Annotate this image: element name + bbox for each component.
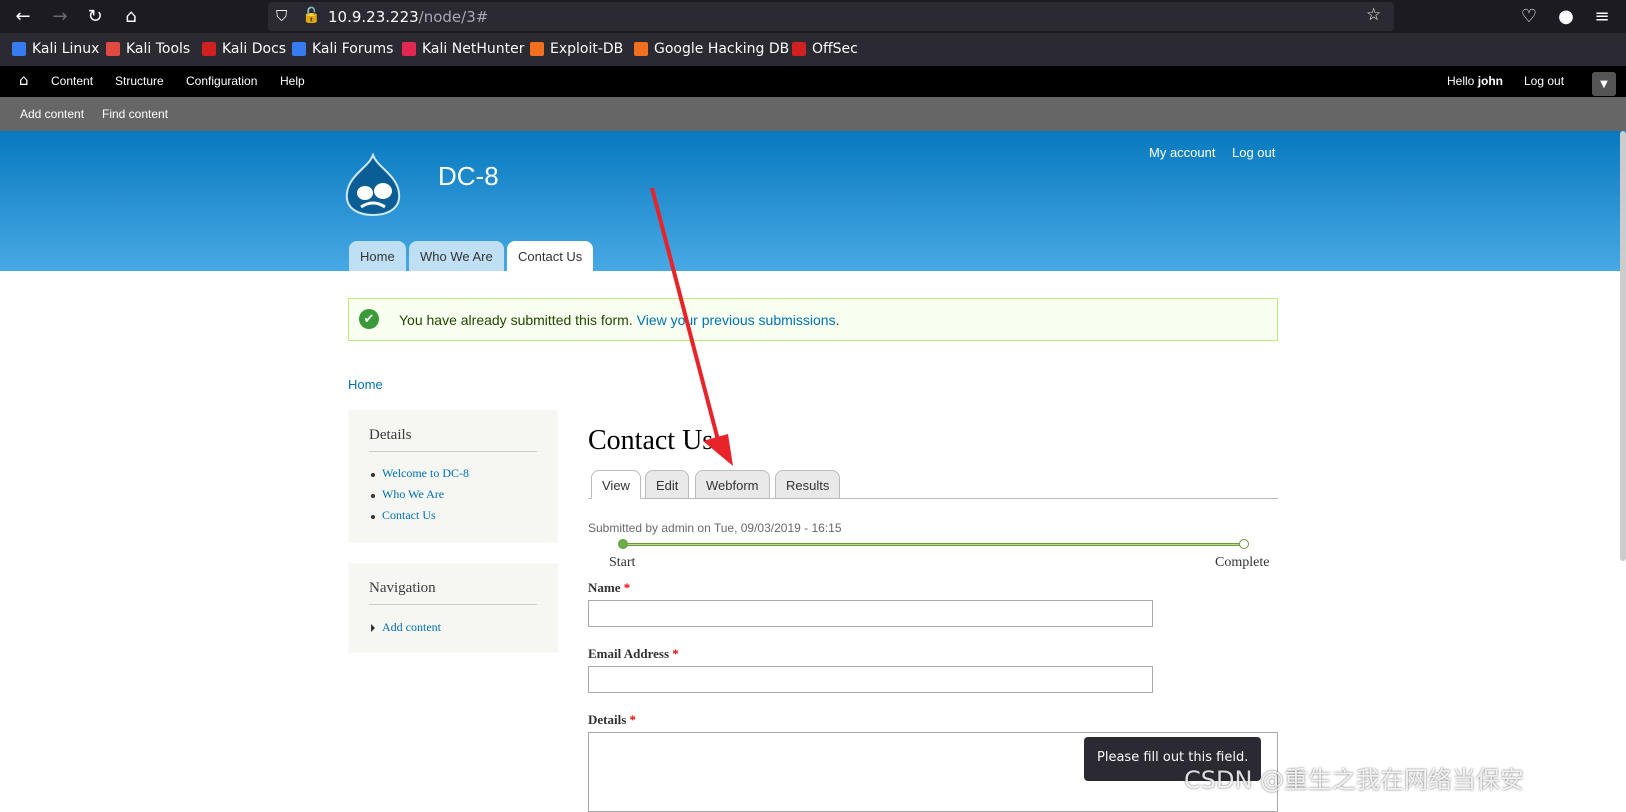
divider bbox=[369, 604, 537, 605]
progress-start-label: Start bbox=[609, 555, 636, 570]
progress-start-dot bbox=[618, 539, 628, 549]
name-label: Name * bbox=[588, 580, 631, 595]
home-icon[interactable]: ⌂ bbox=[19, 71, 29, 89]
kali-icon bbox=[12, 42, 26, 56]
check-icon: ✔ bbox=[359, 309, 379, 329]
site-name[interactable]: DC-8 bbox=[438, 161, 499, 192]
drupal-logo[interactable] bbox=[343, 153, 403, 217]
admin-greeting: Hello john bbox=[1447, 74, 1504, 88]
bullet bbox=[371, 494, 375, 498]
bookmark-google-hacking-db[interactable]: Google Hacking DB bbox=[634, 41, 789, 57]
breadcrumb[interactable]: Home bbox=[348, 377, 383, 392]
navigation-block: Navigation Add content bbox=[348, 563, 558, 653]
site-header: DC-8 My account Log out Home Who We Are … bbox=[0, 131, 1626, 271]
bookmark-kali-tools[interactable]: Kali Tools bbox=[106, 41, 190, 57]
sidebar-item-who-we-are[interactable]: Who We Are bbox=[382, 487, 444, 502]
submitted-info: Submitted by admin on Tue, 09/03/2019 - … bbox=[588, 521, 842, 535]
admin-toolbar: ⌂ Content Structure Configuration Help H… bbox=[0, 66, 1626, 97]
scrollbar[interactable] bbox=[1620, 131, 1626, 561]
status-text: You have already submitted this form. Vi… bbox=[399, 312, 840, 328]
tab-results[interactable]: Results bbox=[775, 470, 841, 499]
name-input[interactable] bbox=[588, 600, 1153, 627]
star-icon[interactable]: ☆ bbox=[1366, 5, 1381, 25]
extension-icon[interactable]: ● bbox=[1555, 5, 1577, 27]
navigation-block-title: Navigation bbox=[369, 580, 436, 596]
bullet bbox=[371, 473, 375, 477]
home-icon[interactable]: ⌂ bbox=[120, 5, 142, 27]
kali-tools-icon bbox=[106, 42, 120, 56]
expand-triangle-icon bbox=[371, 624, 375, 632]
shortcut-add-content[interactable]: Add content bbox=[20, 107, 84, 121]
email-input[interactable] bbox=[588, 666, 1153, 693]
exploit-db-icon bbox=[530, 42, 544, 56]
browser-toolbar: ← → ↻ ⌂ ⛉ 🔓 10.9.23.223/node/3# ☆ ♡ ● ≡ bbox=[0, 0, 1626, 33]
admin-menu-content[interactable]: Content bbox=[51, 74, 93, 88]
kali-docs-icon bbox=[202, 42, 216, 56]
tab-edit[interactable]: Edit bbox=[645, 470, 690, 499]
tab-who-we-are[interactable]: Who We Are bbox=[409, 241, 504, 271]
tab-view[interactable]: View bbox=[591, 470, 641, 499]
sidebar-item-welcome[interactable]: Welcome to DC-8 bbox=[382, 466, 469, 481]
bookmark-exploit-db[interactable]: Exploit-DB bbox=[530, 41, 623, 57]
tabs-divider bbox=[588, 498, 1278, 499]
bullet bbox=[371, 515, 375, 519]
tab-contact-us[interactable]: Contact Us bbox=[507, 241, 594, 271]
bookmark-kali-docs[interactable]: Kali Docs bbox=[202, 41, 286, 57]
shortcut-find-content[interactable]: Find content bbox=[102, 107, 168, 121]
progress-complete-label: Complete bbox=[1215, 555, 1270, 570]
bookmark-kali-nethunter[interactable]: Kali NetHunter bbox=[402, 41, 524, 57]
admin-menu-help[interactable]: Help bbox=[280, 74, 305, 88]
progress-complete-dot bbox=[1239, 539, 1249, 549]
status-message: ✔ You have already submitted this form. … bbox=[348, 298, 1278, 341]
pocket-icon[interactable]: ♡ bbox=[1518, 5, 1540, 27]
email-label: Email Address * bbox=[588, 646, 679, 661]
url-text[interactable]: 10.9.23.223/node/3# bbox=[328, 8, 488, 26]
address-bar[interactable]: ⛉ 🔓 10.9.23.223/node/3# ☆ bbox=[268, 2, 1394, 31]
reload-icon[interactable]: ↻ bbox=[84, 5, 106, 27]
details-label: Details * bbox=[588, 712, 637, 727]
kali-forums-icon bbox=[292, 42, 306, 56]
lock-icon[interactable]: 🔓 bbox=[302, 6, 321, 24]
offsec-icon bbox=[792, 42, 806, 56]
sidebar-item-contact-us[interactable]: Contact Us bbox=[382, 508, 436, 523]
admin-menu-configuration[interactable]: Configuration bbox=[186, 74, 257, 88]
bookmarks-bar: Kali Linux Kali Tools Kali Docs Kali For… bbox=[0, 33, 1626, 66]
admin-menu-structure[interactable]: Structure bbox=[115, 74, 164, 88]
sidebar-item-add-content[interactable]: Add content bbox=[382, 620, 441, 635]
my-account-link[interactable]: My account bbox=[1149, 145, 1215, 160]
forward-icon[interactable]: → bbox=[49, 5, 71, 27]
admin-shortcuts: Add content Find content bbox=[0, 97, 1626, 131]
progress-bar bbox=[623, 543, 1245, 546]
nethunter-icon bbox=[402, 42, 416, 56]
ghdb-icon bbox=[634, 42, 648, 56]
tab-home[interactable]: Home bbox=[349, 241, 406, 271]
details-block: Details Welcome to DC-8 Who We Are Conta… bbox=[348, 410, 558, 543]
details-block-title: Details bbox=[369, 427, 412, 443]
divider bbox=[369, 451, 537, 452]
shortcuts-toggle-icon[interactable]: ▼ bbox=[1592, 72, 1616, 96]
menu-icon[interactable]: ≡ bbox=[1591, 5, 1613, 27]
bookmark-kali-linux[interactable]: Kali Linux bbox=[12, 41, 99, 57]
bookmark-kali-forums[interactable]: Kali Forums bbox=[292, 41, 393, 57]
tab-webform[interactable]: Webform bbox=[695, 470, 770, 499]
admin-logout-link[interactable]: Log out bbox=[1524, 74, 1564, 88]
watermark: CSDN @重生之我在网络当保安 bbox=[1184, 766, 1525, 794]
back-icon[interactable]: ← bbox=[12, 5, 34, 27]
previous-submissions-link[interactable]: View your previous submissions bbox=[637, 312, 836, 328]
shield-icon[interactable]: ⛉ bbox=[276, 7, 287, 25]
page-title: Contact Us bbox=[588, 425, 714, 456]
bookmark-offsec[interactable]: OffSec bbox=[792, 41, 858, 57]
log-out-link[interactable]: Log out bbox=[1232, 145, 1275, 160]
